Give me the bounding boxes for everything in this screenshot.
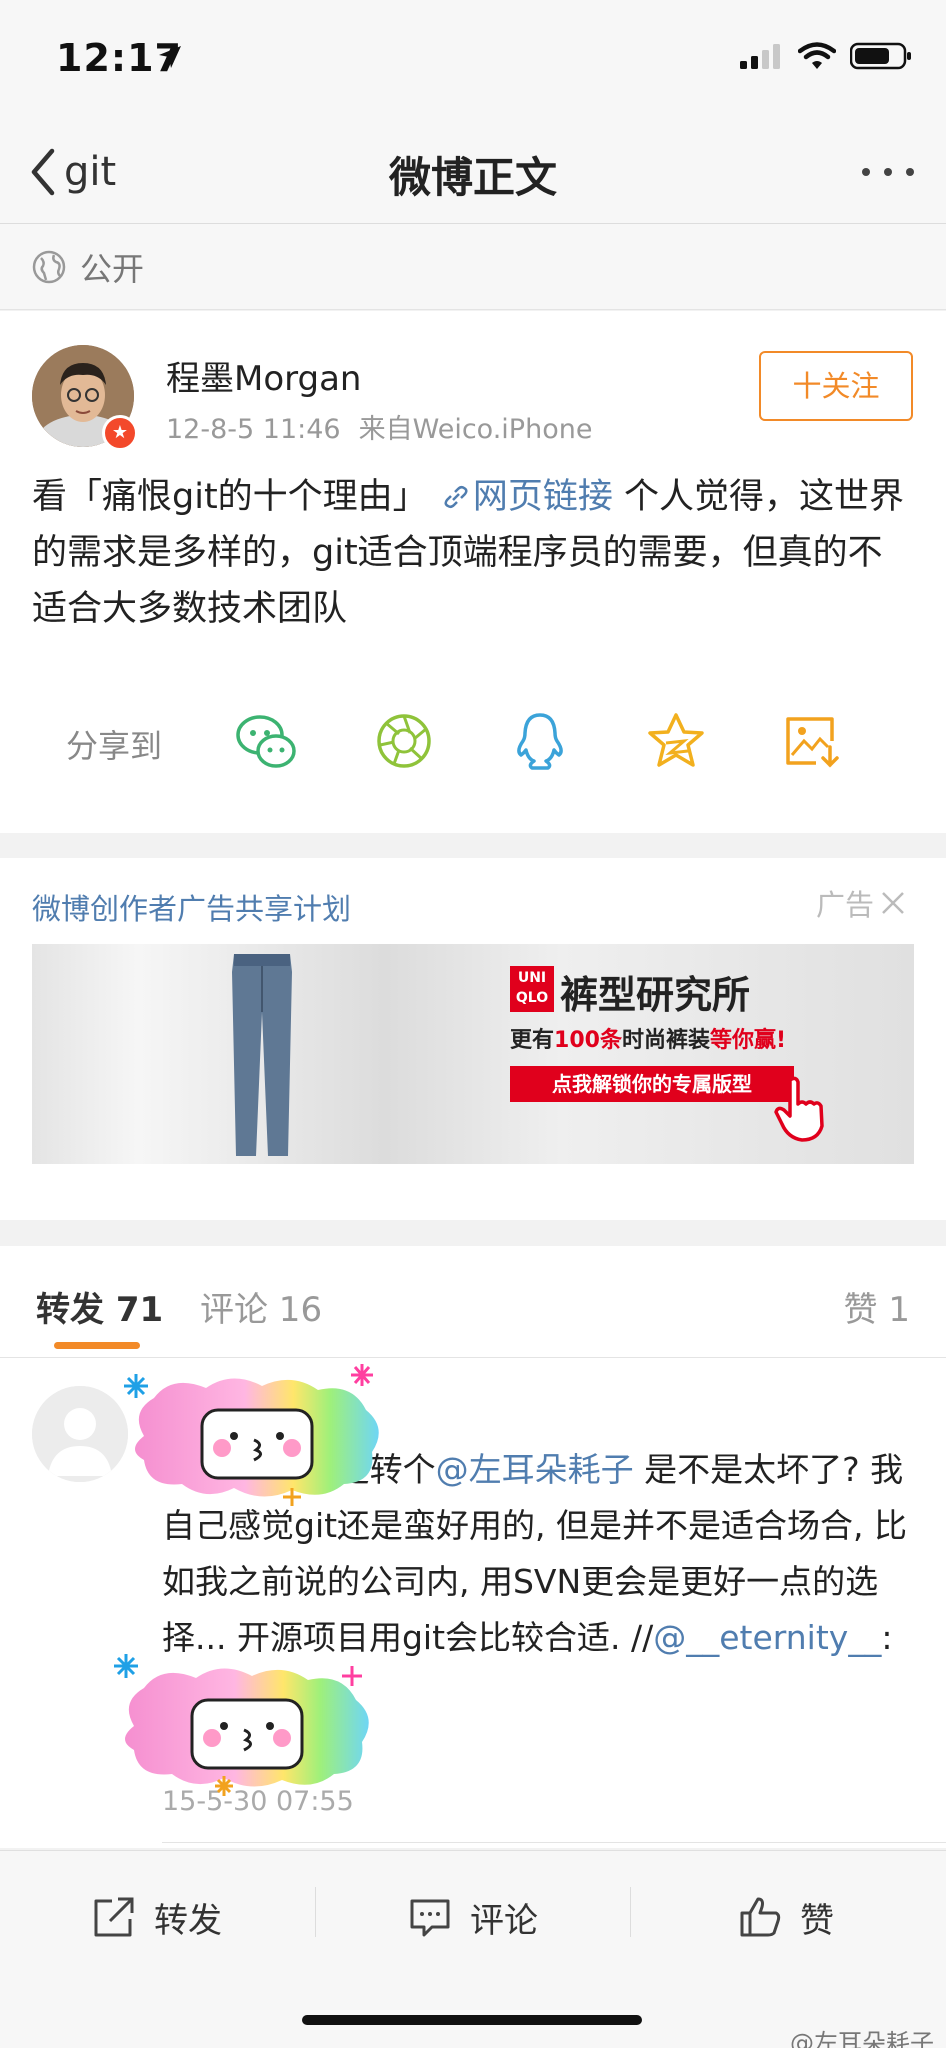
web-link[interactable]: 网页链接 (439, 477, 613, 517)
divider (630, 1887, 631, 1937)
mention-link[interactable]: @左耳朵耗子 (436, 1450, 634, 1489)
divider (162, 1842, 946, 1843)
author-avatar[interactable]: ★ (32, 345, 138, 451)
share-row: 分享到 (0, 691, 946, 791)
page-title: 微博正文 (388, 153, 557, 202)
ad-headline: 裤型研究所 (560, 973, 751, 1017)
share-label: 分享到 (66, 727, 163, 765)
tab-like[interactable]: 赞 1 (844, 1282, 910, 1331)
post-meta: 12-8-5 11:46 来自Weico.iPhone (166, 407, 592, 446)
comment-tabs: 转发 71 评论 16 赞 1 (0, 1246, 946, 1358)
post-visibility: 公开 (0, 224, 946, 310)
default-avatar-icon (32, 1386, 128, 1482)
follow-button[interactable]: 十关注 (759, 351, 913, 421)
ad-card: 微博创作者广告共享计划 广告 UNI QLO 裤型研究所 更有100条时尚裤装等你… (0, 858, 946, 1220)
status-bar: 12:17 (0, 0, 946, 120)
commenter-avatar[interactable] (32, 1386, 128, 1482)
pointing-hand-icon (774, 1076, 824, 1142)
thumbs-up-icon (740, 1897, 781, 1937)
jeans-image (232, 954, 292, 1156)
comment-button[interactable]: 评论 (408, 1889, 538, 1945)
tab-comment[interactable]: 评论 16 (200, 1282, 322, 1331)
author-name[interactable]: 程墨Morgan (166, 351, 361, 400)
tab-repost[interactable]: 转发 71 (36, 1282, 163, 1331)
wechat-icon[interactable] (234, 711, 298, 771)
home-indicator[interactable] (302, 2015, 642, 2025)
active-tab-indicator (54, 1342, 140, 1349)
post-text-intro: 看「痛恨git的十个理由」 (32, 477, 428, 517)
wifi-icon (798, 42, 836, 69)
ad-program-title[interactable]: 微博创作者广告共享计划 (32, 886, 351, 928)
battery-icon (850, 42, 911, 70)
verified-badge-icon: ★ (102, 415, 138, 451)
close-icon (882, 892, 904, 914)
uniqlo-logo: UNI QLO (510, 966, 554, 1012)
save-image-icon[interactable] (782, 711, 846, 771)
more-options-icon[interactable] (862, 168, 914, 176)
ad-cta-button[interactable]: 点我解锁你的专属版型 (510, 1066, 794, 1102)
privacy-sticker (114, 1654, 369, 1796)
status-indicators (740, 42, 912, 70)
repost-icon (94, 1897, 134, 1937)
post-time: 12-8-5 11:46 (166, 414, 341, 445)
comment-icon (410, 1899, 450, 1937)
qq-icon[interactable] (508, 711, 572, 771)
globe-icon (32, 250, 66, 283)
like-label: 赞 (800, 1900, 834, 1941)
cellular-signal-icon (740, 44, 780, 69)
visibility-label: 公开 (80, 249, 145, 288)
navigation-bar: git 微博正文 (0, 120, 946, 224)
ad-tag-label: 广告 (815, 888, 874, 922)
link-icon (444, 485, 468, 509)
ad-close[interactable]: 广告 (816, 882, 906, 924)
qzone-icon[interactable] (644, 711, 708, 771)
ad-banner[interactable]: UNI QLO 裤型研究所 更有100条时尚裤装等你赢! 点我解锁你的专属版型 (32, 944, 914, 1164)
watermark: @左耳朵耗子 (790, 2029, 934, 2048)
mention-link[interactable]: @__eternity__ (653, 1618, 881, 1657)
repost-label: 转发 (154, 1900, 222, 1941)
moments-icon[interactable] (372, 711, 436, 771)
post-text: 看「痛恨git的十个理由」 网页链接 个人觉得，这世界的需求是多样的，git适合… (32, 469, 914, 637)
privacy-sticker (124, 1364, 379, 1506)
comment-label: 评论 (470, 1900, 538, 1941)
post-card: ★ 程墨Morgan 12-8-5 11:46 来自Weico.iPhone 十关… (0, 311, 946, 833)
ad-subline: 更有100条时尚裤装等你赢! (510, 1028, 787, 1053)
post-source[interactable]: 来自Weico.iPhone (359, 414, 593, 445)
divider (315, 1887, 316, 1937)
location-arrow-icon (159, 46, 181, 68)
repost-button[interactable]: 转发 (92, 1889, 222, 1945)
like-button[interactable]: 赞 (738, 1889, 834, 1945)
web-link-label: 网页链接 (472, 477, 613, 517)
comments-section: 转发 71 评论 16 赞 1 longrun999 : 呵呵, 我要是转个@左… (0, 1246, 946, 1848)
bottom-action-bar: 转发 评论 赞 @左耳朵耗子 (0, 1850, 946, 2048)
